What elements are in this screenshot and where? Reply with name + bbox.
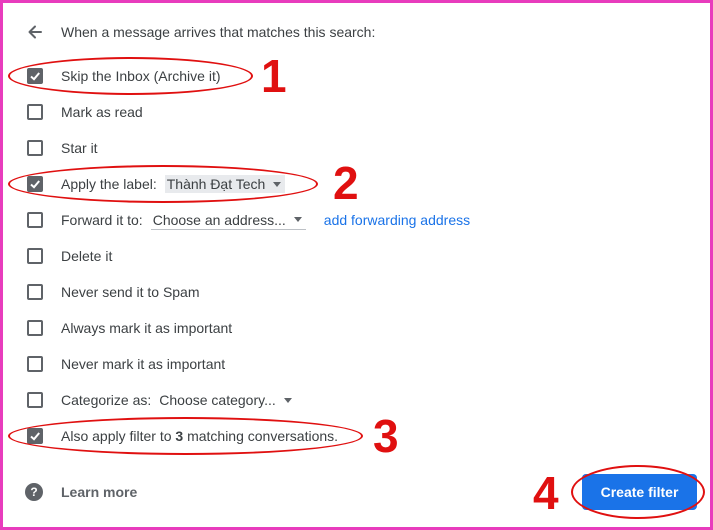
option-skip-inbox[interactable]: Skip the Inbox (Archive it): [25, 65, 221, 87]
never-important-checkbox[interactable]: [27, 356, 43, 372]
also-apply-checkbox[interactable]: [27, 428, 43, 444]
forward-checkbox[interactable]: [27, 212, 43, 228]
chevron-down-icon: [283, 397, 292, 403]
option-forward[interactable]: Forward it to: Choose an address... add …: [25, 209, 470, 231]
annotation-number-3: 3: [373, 410, 399, 462]
never-spam-checkbox[interactable]: [27, 284, 43, 300]
add-forwarding-address-link[interactable]: add forwarding address: [324, 212, 470, 228]
check-icon: [30, 432, 40, 441]
categorize-label: Categorize as:: [61, 392, 152, 408]
option-never-spam[interactable]: Never send it to Spam: [25, 281, 200, 303]
category-select[interactable]: Choose category...: [157, 391, 295, 409]
option-apply-label[interactable]: Apply the label: Thành Đạt Tech: [25, 173, 286, 195]
skip-inbox-checkbox[interactable]: [27, 68, 43, 84]
apply-label-label: Apply the label:: [61, 176, 157, 192]
always-important-checkbox[interactable]: [27, 320, 43, 336]
always-important-label: Always mark it as important: [61, 320, 233, 336]
matching-count: 3: [175, 428, 184, 444]
category-placeholder: Choose category...: [159, 392, 276, 408]
option-never-important[interactable]: Never mark it as important: [25, 353, 225, 375]
never-important-label: Never mark it as important: [61, 356, 226, 372]
option-delete[interactable]: Delete it: [25, 245, 112, 267]
option-always-important[interactable]: Always mark it as important: [25, 317, 232, 339]
learn-more-link[interactable]: Learn more: [61, 484, 137, 500]
annotation-number-2: 2: [333, 157, 359, 209]
option-categorize[interactable]: Categorize as: Choose category...: [25, 389, 296, 411]
mark-read-label: Mark as read: [61, 104, 143, 120]
option-star[interactable]: Star it: [25, 137, 98, 159]
also-apply-label-pre: Also apply filter to: [61, 428, 176, 444]
create-filter-button[interactable]: Create filter: [582, 474, 697, 510]
label-select[interactable]: Thành Đạt Tech: [164, 175, 286, 193]
learn-more-row[interactable]: ? Learn more: [25, 481, 137, 503]
mark-read-checkbox[interactable]: [27, 104, 43, 120]
option-also-apply[interactable]: Also apply filter to 3 matching conversa…: [25, 425, 338, 447]
check-icon: [30, 72, 40, 81]
chevron-down-icon: [293, 217, 302, 222]
delete-label: Delete it: [61, 248, 113, 264]
check-icon: [30, 180, 40, 189]
star-checkbox[interactable]: [27, 140, 43, 156]
header-text: When a message arrives that matches this…: [61, 24, 376, 40]
categorize-checkbox[interactable]: [27, 392, 43, 408]
never-spam-label: Never send it to Spam: [61, 284, 200, 300]
delete-checkbox[interactable]: [27, 248, 43, 264]
star-label: Star it: [61, 140, 98, 156]
annotation-number-1: 1: [261, 50, 287, 102]
forward-address-placeholder: Choose an address...: [152, 211, 286, 228]
forward-address-select[interactable]: Choose an address...: [150, 211, 306, 230]
apply-label-checkbox[interactable]: [27, 176, 43, 192]
arrow-back-icon[interactable]: [25, 22, 45, 42]
chevron-down-icon: [273, 181, 282, 187]
skip-inbox-label: Skip the Inbox (Archive it): [61, 68, 221, 84]
also-apply-label-post: matching conversations.: [183, 428, 339, 444]
help-icon[interactable]: ?: [25, 483, 43, 501]
filter-options-panel: When a message arrives that matches this…: [0, 0, 713, 530]
label-select-value: Thành Đạt Tech: [166, 176, 266, 192]
forward-label: Forward it to:: [61, 212, 143, 228]
annotation-number-4: 4: [533, 467, 559, 519]
option-mark-read[interactable]: Mark as read: [25, 101, 143, 123]
panel-header: When a message arrives that matches this…: [25, 21, 375, 43]
